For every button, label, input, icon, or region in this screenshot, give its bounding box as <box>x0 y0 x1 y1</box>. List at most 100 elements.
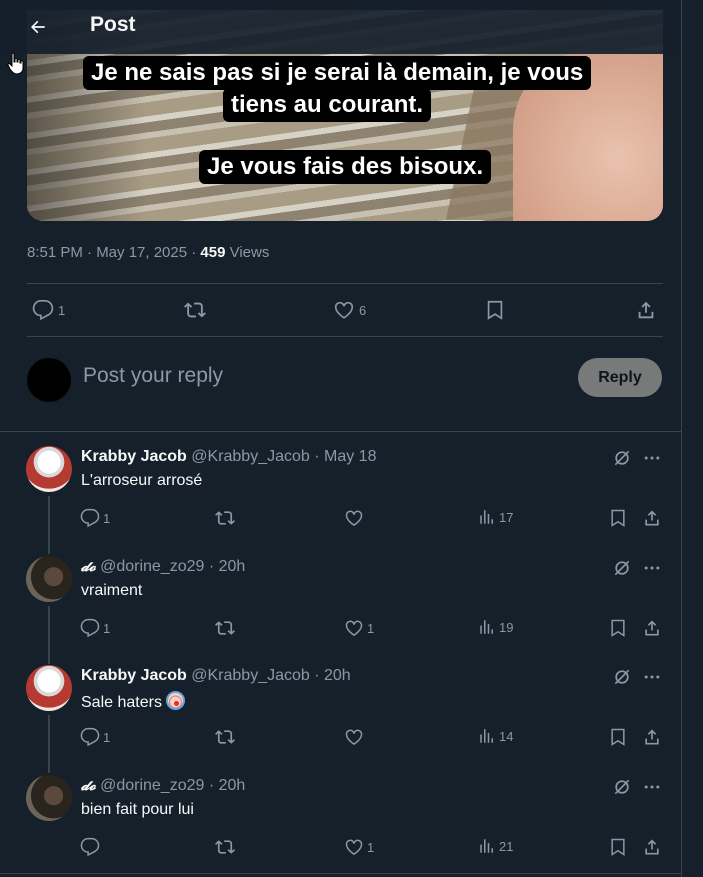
divider <box>0 431 681 432</box>
share-icon <box>645 839 659 855</box>
reply-item[interactable]: Krabby Jacob @Krabby_Jacob · 20h Sale ha… <box>0 653 681 773</box>
repost-button[interactable] <box>214 727 236 747</box>
reply-button[interactable] <box>80 837 103 857</box>
author-name[interactable]: Krabby Jacob <box>81 448 187 465</box>
views-button[interactable]: 21 <box>478 837 513 855</box>
share-icon <box>645 729 659 745</box>
post-meta: 8:51 PM · May 17, 2025 · 459 Views <box>27 244 269 261</box>
reply-button[interactable]: 1 <box>80 618 110 638</box>
like-button[interactable] <box>344 727 367 747</box>
avatar[interactable] <box>26 665 72 711</box>
bookmark-icon <box>611 619 625 637</box>
bookmark-button[interactable] <box>608 727 628 747</box>
views-count: 459 <box>200 244 226 261</box>
back-arrow-icon <box>31 20 45 34</box>
author-name[interactable]: 𝓭𝓸 <box>81 559 96 575</box>
author-handle[interactable]: @dorine_zo29 · 20h <box>96 777 245 794</box>
share-button[interactable] <box>642 837 662 857</box>
author-handle[interactable]: @Krabby_Jacob · May 18 <box>187 448 376 465</box>
more-button[interactable] <box>642 448 662 473</box>
reply-submit-button[interactable]: Reply <box>578 358 662 397</box>
like-button[interactable] <box>344 508 367 528</box>
reply-button[interactable]: 1 <box>80 508 110 528</box>
post-like-button[interactable]: 6 <box>333 299 366 321</box>
reply-count: 1 <box>103 510 111 526</box>
post-timestamp[interactable]: 8:51 PM · May 17, 2025 · <box>27 244 200 261</box>
share-button[interactable] <box>642 508 662 528</box>
share-button[interactable] <box>642 618 662 638</box>
repost-icon <box>215 840 235 854</box>
views-icon <box>480 510 493 524</box>
share-button[interactable] <box>642 727 662 747</box>
repost-button[interactable] <box>214 508 236 528</box>
bookmark-button[interactable] <box>608 837 628 857</box>
bookmark-button[interactable] <box>608 618 628 638</box>
back-button[interactable] <box>20 9 56 45</box>
heart-icon <box>345 620 363 636</box>
top-bar: Post <box>0 0 681 54</box>
reply-input[interactable]: Post your reply <box>83 364 223 388</box>
views-count: 17 <box>499 509 514 525</box>
views-button[interactable]: 14 <box>478 727 513 745</box>
repost-icon <box>215 511 235 525</box>
more-button[interactable] <box>642 667 662 692</box>
views-count: 21 <box>499 838 514 854</box>
repost-icon <box>215 730 235 744</box>
more-button[interactable] <box>642 777 662 802</box>
repost-button[interactable] <box>214 837 236 857</box>
like-count: 1 <box>367 620 375 636</box>
reply-text-row: Sale haters <box>81 691 186 712</box>
post-reply-button[interactable]: 1 <box>32 299 65 321</box>
avatar[interactable] <box>26 775 72 821</box>
reply-header: Krabby Jacob @Krabby_Jacob · May 18 <box>81 448 376 466</box>
post-bookmark-button[interactable] <box>484 299 506 321</box>
grok-button[interactable] <box>612 448 632 473</box>
my-avatar[interactable] <box>27 358 71 402</box>
more-button[interactable] <box>642 558 662 583</box>
author-handle[interactable]: @Krabby_Jacob · 20h <box>187 667 350 684</box>
reply-item[interactable]: 𝓭𝓸 @dorine_zo29 · 20h vraiment 1 1 19 <box>0 544 681 664</box>
like-button[interactable]: 1 <box>344 837 374 857</box>
post-like-count: 6 <box>359 302 367 318</box>
grok-button[interactable] <box>612 777 632 802</box>
image-caption-line1: Je ne sais pas si je serai là demain, je… <box>83 56 592 90</box>
grok-button[interactable] <box>612 558 632 583</box>
grok-icon <box>614 450 630 466</box>
like-button[interactable]: 1 <box>344 618 374 638</box>
post-reply-count: 1 <box>58 302 66 318</box>
reply-item[interactable]: Krabby Jacob @Krabby_Jacob · May 18 L'ar… <box>0 434 681 554</box>
views-button[interactable]: 17 <box>478 508 513 526</box>
author-name[interactable]: 𝓭𝓸 <box>81 778 96 794</box>
views-button[interactable]: 19 <box>478 618 513 636</box>
reply-header: 𝓭𝓸 @dorine_zo29 · 20h <box>81 558 245 576</box>
more-icon <box>644 785 660 789</box>
reply-count: 1 <box>103 620 111 636</box>
reply-item[interactable]: 𝓭𝓸 @dorine_zo29 · 20h bien fait pour lui… <box>0 763 681 873</box>
repost-button[interactable] <box>214 618 236 638</box>
post-share-button[interactable] <box>635 299 657 321</box>
author-name[interactable]: Krabby Jacob <box>81 667 187 684</box>
share-icon <box>645 510 659 526</box>
reply-count: 1 <box>103 729 111 745</box>
page-title: Post <box>90 13 136 36</box>
more-icon <box>644 675 660 679</box>
avatar[interactable] <box>26 446 72 492</box>
avatar[interactable] <box>26 556 72 602</box>
grok-button[interactable] <box>612 667 632 692</box>
bookmark-button[interactable] <box>608 508 628 528</box>
bookmark-icon <box>611 509 625 527</box>
reply-text: vraiment <box>81 582 143 599</box>
like-count: 1 <box>367 839 375 855</box>
reply-button[interactable]: 1 <box>80 727 110 747</box>
repost-icon <box>184 302 206 318</box>
repost-icon <box>215 621 235 635</box>
more-icon <box>644 456 660 460</box>
bookmark-icon <box>611 838 625 856</box>
heart-icon <box>334 301 354 319</box>
reply-icon <box>80 508 100 528</box>
image-caption-line3: Je vous fais des bisoux. <box>199 150 492 184</box>
share-icon <box>645 620 659 636</box>
author-handle[interactable]: @dorine_zo29 · 20h <box>96 558 245 575</box>
divider <box>27 283 663 284</box>
post-repost-button[interactable] <box>183 299 207 321</box>
